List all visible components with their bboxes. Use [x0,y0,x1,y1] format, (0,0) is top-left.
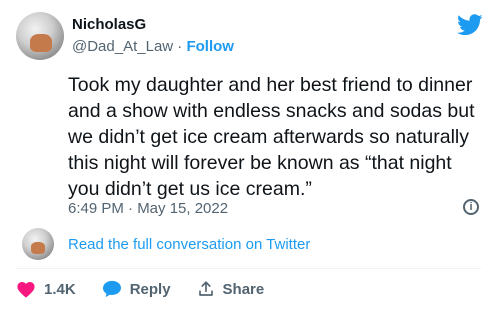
twitter-bird-icon[interactable] [457,14,483,36]
tweet-timestamp[interactable]: 6:49 PM · May 15, 2022 [68,200,228,217]
separator: · [177,38,183,55]
share-button[interactable]: Share [197,280,265,298]
heart-icon [16,280,36,298]
author-handle[interactable]: @Dad_At_Law [72,38,173,55]
avatar[interactable] [16,12,64,60]
tweet-card: NicholasG @Dad_At_Law · Follow Took my d… [0,0,497,309]
reply-button[interactable]: Reply [102,280,171,298]
share-label: Share [222,280,265,298]
author-name[interactable]: NicholasG [72,16,146,33]
share-upload-icon [197,280,215,298]
info-icon[interactable]: i [463,199,479,215]
action-bar: 1.4K Reply Share [16,278,290,300]
follow-button[interactable]: Follow [186,38,234,55]
like-count: 1.4K [44,280,76,298]
reply-label: Reply [129,280,171,298]
like-button[interactable]: 1.4K [16,280,76,298]
tweet-text: Took my daughter and her best friend to … [68,74,475,200]
speech-bubble-icon [102,280,122,298]
read-full-conversation-link[interactable]: Read the full conversation on Twitter [68,236,310,253]
author-handle-line: @Dad_At_Law · Follow [72,38,234,55]
divider [16,268,481,269]
conversation-avatar[interactable] [22,228,54,260]
